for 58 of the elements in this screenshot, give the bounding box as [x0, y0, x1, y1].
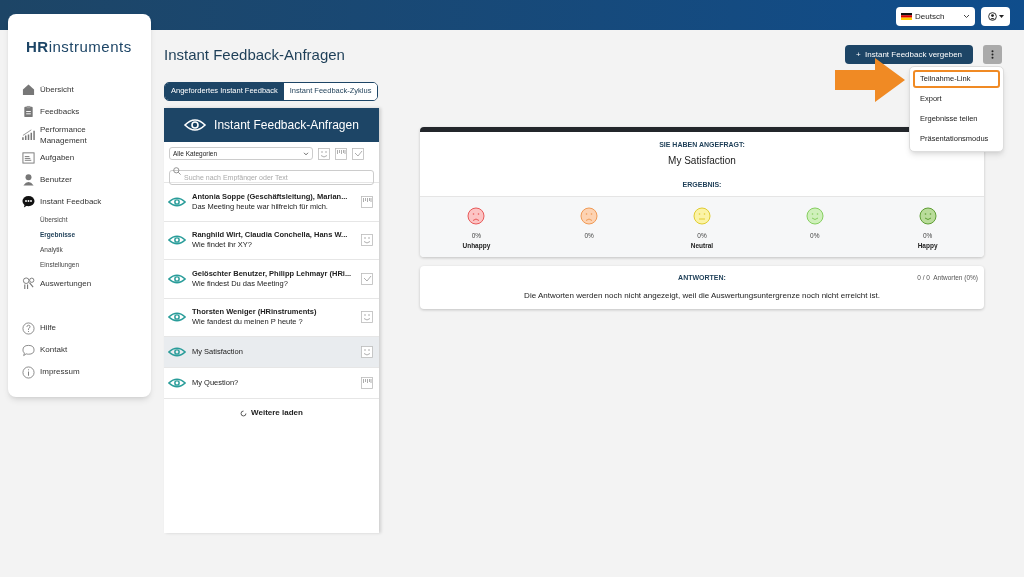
home-icon	[22, 83, 35, 96]
eye-icon	[168, 312, 186, 323]
caret-icon	[998, 15, 1004, 18]
refresh-icon	[240, 409, 248, 417]
filter-button[interactable]	[352, 147, 364, 160]
eye-icon	[168, 196, 186, 207]
checkbox-icon	[352, 147, 364, 160]
clipboard-icon	[22, 105, 35, 118]
eye-icon	[168, 235, 186, 246]
nav-link[interactable]: Übersicht	[40, 84, 102, 95]
nav-link[interactable]: Hilfe	[40, 322, 56, 334]
nav-link[interactable]: Feedbacks	[40, 106, 102, 117]
search-icon	[173, 167, 181, 175]
help-icon	[22, 321, 35, 335]
scale-icon	[361, 377, 373, 389]
smiley-icon	[361, 346, 373, 358]
more-icon	[991, 50, 994, 59]
give-feedback-button[interactable]: + Instant Feedback vergeben	[845, 45, 973, 64]
eye-icon	[168, 347, 186, 357]
filter-button[interactable]	[335, 147, 347, 160]
filter-button[interactable]	[318, 147, 330, 160]
panel-title: Instant Feedback-Anfragen	[214, 117, 359, 134]
document-icon	[22, 151, 35, 164]
people-icon	[22, 277, 35, 290]
smiley-icon	[361, 234, 373, 247]
page-title: Instant Feedback-Anfragen	[164, 45, 345, 65]
nav-link[interactable]: Instant Feedback	[40, 196, 102, 207]
chevron-down-icon	[303, 151, 309, 156]
nav-link[interactable]: Aufgaben	[40, 152, 102, 163]
smiley-icon	[318, 147, 330, 160]
info-message: Die Antworten werden noch nicht angezeigt, weil die Auswertungsuntergrenze noch nicht erreicht ist.	[523, 290, 881, 302]
chevron-down-icon	[963, 14, 970, 19]
language-select[interactable]: Deutsch	[896, 7, 975, 26]
nav-link[interactable]: Kontakt	[40, 344, 68, 356]
logo: HRinstruments	[26, 37, 133, 57]
eye-icon	[168, 378, 186, 388]
speech-bubble-icon	[22, 343, 35, 357]
flag-icon	[901, 13, 912, 20]
nav-link[interactable]: Impressum	[40, 366, 80, 378]
eye-icon	[168, 273, 186, 284]
chat-bubble-icon	[22, 195, 35, 208]
user-icon	[22, 173, 35, 186]
load-more-button[interactable]: Weitere laden	[240, 407, 303, 419]
user-menu-button[interactable]	[981, 7, 1010, 26]
arrow-icon	[835, 58, 905, 102]
nav-link[interactable]: Performance Management	[40, 123, 102, 146]
checkbox-icon	[361, 272, 373, 285]
scale-icon	[361, 195, 373, 208]
eye-icon	[184, 118, 207, 132]
question-text: My Satisfaction	[667, 153, 737, 168]
info-icon	[22, 365, 35, 379]
scale-icon	[335, 147, 347, 160]
nav-link[interactable]: Benutzer	[40, 174, 102, 185]
user-icon	[987, 12, 997, 21]
nav-link[interactable]: Auswertungen	[40, 278, 102, 289]
more-button[interactable]	[983, 45, 1002, 64]
smiley-icon	[361, 311, 373, 324]
bar-chart-icon	[22, 128, 35, 141]
